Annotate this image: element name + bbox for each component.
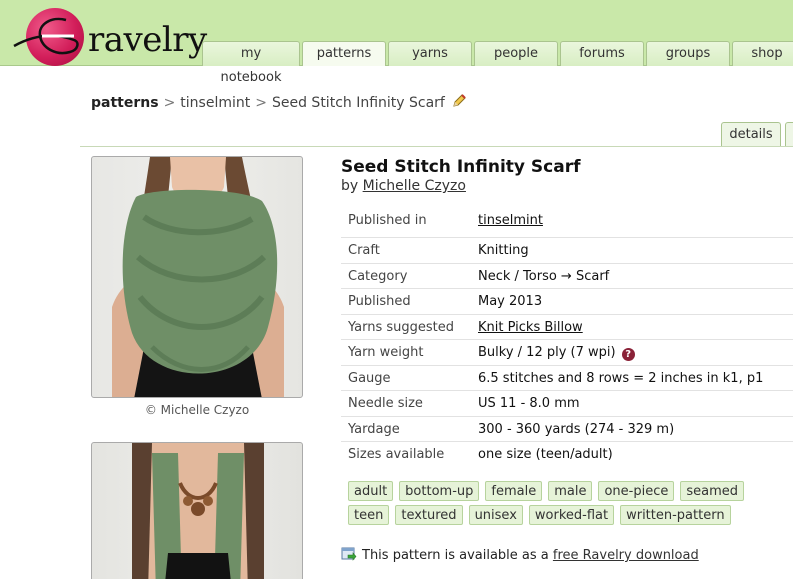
- pattern-tags: adult bottom-up female male one-piece se…: [348, 481, 793, 525]
- tab-my-notebook[interactable]: my notebook: [202, 41, 300, 85]
- detail-label: Yardage: [348, 421, 400, 437]
- logo-swirl-icon: [13, 17, 79, 55]
- detail-row-yarns-suggested: Yarns suggested Knit Picks Billow: [341, 313, 793, 340]
- detail-row-yardage: Yardage 300 - 360 yards (274 - 329 m): [341, 415, 793, 442]
- detail-label: Category: [348, 268, 408, 284]
- tab-people[interactable]: people: [474, 41, 558, 66]
- detail-value-yarn-weight: Bulky / 12 ply (7 wpi)?: [478, 340, 635, 365]
- tab-forums[interactable]: forums: [560, 41, 644, 66]
- detail-value: May 2013: [478, 294, 543, 309]
- tag[interactable]: worked-flat: [528, 505, 615, 525]
- download-notice: This pattern is available as a free Rave…: [341, 547, 699, 563]
- ravelry-logo[interactable]: ravelry: [12, 6, 207, 66]
- tab-more[interactable]: [785, 122, 793, 146]
- breadcrumb: patterns > tinselmint > Seed Stitch Infinity…: [91, 93, 467, 111]
- detail-row-category: Category Neck / Torso → Scarf: [341, 262, 793, 289]
- tag[interactable]: textured: [395, 505, 463, 525]
- tab-yarns[interactable]: yarns: [388, 41, 472, 66]
- tag[interactable]: male: [548, 481, 593, 501]
- detail-value: 6.5 stitches and 8 rows = 2 inches in k1…: [478, 370, 764, 386]
- detail-value: Knitting: [478, 243, 529, 258]
- detail-label: Craft: [348, 243, 380, 258]
- tag[interactable]: adult: [348, 481, 394, 501]
- pattern-title: Seed Stitch Infinity Scarf: [341, 157, 581, 177]
- tab-shop[interactable]: shop: [732, 41, 793, 66]
- breadcrumb-separator: >: [255, 95, 267, 111]
- detail-label: Published in: [348, 213, 427, 228]
- download-icon: [341, 547, 357, 561]
- detail-value: Bulky / 12 ply (7 wpi): [478, 345, 616, 360]
- tab-divider: [80, 146, 793, 147]
- tag[interactable]: bottom-up: [399, 481, 480, 501]
- detail-label: Sizes available: [348, 447, 445, 462]
- detail-row-yarn-weight: Yarn weight Bulky / 12 ply (7 wpi)?: [341, 339, 793, 365]
- tag[interactable]: female: [485, 481, 543, 501]
- tag[interactable]: written-pattern: [620, 505, 731, 525]
- tab-groups[interactable]: groups: [646, 41, 730, 66]
- tag[interactable]: teen: [348, 505, 390, 525]
- detail-value: Neck / Torso → Scarf: [478, 268, 610, 284]
- detail-row-craft: Craft Knitting: [341, 237, 793, 263]
- detail-row-published-in: Published in tinselmint: [341, 208, 793, 237]
- photo-illustration: [132, 443, 264, 579]
- tab-patterns[interactable]: patterns: [302, 41, 386, 66]
- tag[interactable]: unisex: [468, 505, 523, 525]
- main-nav: my notebook patterns yarns people forums…: [202, 41, 793, 85]
- breadcrumb-separator: >: [163, 95, 176, 111]
- detail-label: Gauge: [348, 370, 391, 386]
- detail-label: Yarn weight: [348, 345, 424, 360]
- detail-row-sizes-available: Sizes available one size (teen/adult): [341, 441, 793, 467]
- photo-caption: © Michelle Czyzo: [144, 403, 250, 417]
- pattern-photo-secondary[interactable]: [91, 442, 303, 579]
- photo-illustration: [112, 157, 284, 397]
- detail-row-needle-size: Needle size US 11 - 8.0 mm: [341, 390, 793, 416]
- tag[interactable]: seamed: [680, 481, 744, 501]
- tab-details[interactable]: details: [721, 122, 781, 146]
- detail-value: one size (teen/adult): [478, 447, 613, 462]
- detail-label: Published: [348, 294, 411, 309]
- detail-value: US 11 - 8.0 mm: [478, 396, 580, 411]
- free-download-link[interactable]: free Ravelry download: [553, 548, 699, 563]
- tag[interactable]: one-piece: [598, 481, 675, 501]
- logo-wordmark: ravelry: [88, 20, 207, 60]
- pattern-photo-main[interactable]: [91, 156, 303, 398]
- site-header: ravelry my notebook patterns yarns peopl…: [0, 0, 793, 85]
- pencil-icon[interactable]: [451, 93, 467, 109]
- help-icon[interactable]: ?: [621, 348, 635, 361]
- detail-label: Needle size: [348, 396, 423, 411]
- author-link[interactable]: Michelle Czyzo: [363, 178, 466, 194]
- pattern-byline: by Michelle Czyzo: [341, 178, 466, 194]
- detail-label: Yarns suggested: [348, 319, 455, 335]
- breadcrumb-current: Seed Stitch Infinity Scarf: [271, 95, 445, 111]
- breadcrumb-designer-link[interactable]: tinselmint: [180, 95, 250, 111]
- detail-row-published: Published May 2013: [341, 288, 793, 314]
- detail-value: 300 - 360 yards (274 - 329 m): [478, 421, 675, 437]
- detail-row-gauge: Gauge 6.5 stitches and 8 rows = 2 inches…: [341, 364, 793, 391]
- yarn-link[interactable]: Knit Picks Billow: [478, 315, 583, 340]
- byline-prefix: by: [341, 178, 359, 194]
- pattern-details-table: Published in tinselmint Craft Knitting C…: [341, 208, 793, 467]
- published-in-link[interactable]: tinselmint: [478, 208, 543, 233]
- download-prefix: This pattern is available as a: [362, 548, 549, 563]
- breadcrumb-patterns-link[interactable]: patterns: [91, 95, 159, 111]
